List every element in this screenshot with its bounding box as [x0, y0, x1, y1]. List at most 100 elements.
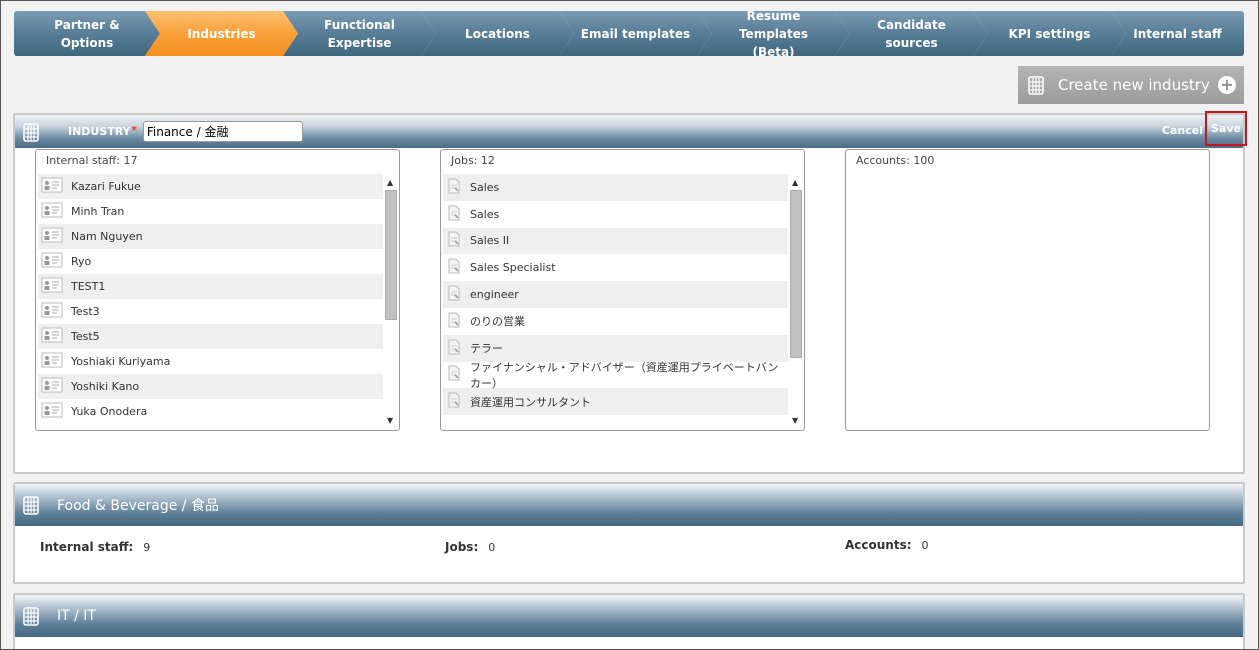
staff-list-item[interactable]: Yuka Onodera [38, 399, 383, 424]
staff-list-item-label: Test5 [71, 330, 100, 343]
industry-edit-header: INDUSTRY* Cancel Save [15, 111, 1247, 148]
staff-count: 9 [143, 541, 151, 554]
tab-industries[interactable]: Industries [145, 11, 298, 56]
scroll-down-arrow-icon[interactable]: ▼ [387, 416, 393, 425]
staff-list-item[interactable]: Kazari Fukue [38, 174, 383, 199]
industry-name-input[interactable] [142, 121, 303, 142]
job-list-item[interactable]: のりの営業 [443, 308, 788, 335]
create-new-industry-button[interactable]: Create new industry + [1018, 66, 1244, 104]
it-title: IT / IT [57, 608, 96, 624]
job-list-item-label: engineer [470, 288, 519, 302]
settings-tab-bar: Partner & Options Industries Functional … [14, 11, 1244, 56]
scroll-up-arrow-icon[interactable]: ▲ [387, 178, 393, 187]
scroll-down-arrow-icon[interactable]: ▼ [792, 416, 798, 425]
accounts-label: Accounts: [845, 538, 912, 552]
staff-scroll-thumb[interactable] [385, 190, 397, 320]
staff-list-item-label: Yuka Onodera [71, 405, 148, 418]
building-icon [1028, 76, 1044, 95]
food-beverage-header[interactable]: Food & Beverage / 食品 [15, 484, 1243, 526]
job-list-item-label: ファイナンシャル・アドバイザー（資産運用プライベートバンカー） [470, 360, 779, 390]
staff-list-item[interactable]: Ryo [38, 249, 383, 274]
job-list-item[interactable]: engineer [443, 281, 788, 308]
job-document-icon [446, 231, 462, 250]
job-document-icon [446, 339, 462, 358]
staff-list-item[interactable]: Minh Tran [38, 199, 383, 224]
jobs-scroll-thumb[interactable] [790, 190, 802, 358]
accounts-count: Accounts: 100 [856, 154, 935, 167]
job-list-item-label: Sales II [470, 234, 510, 248]
person-card-icon [41, 327, 63, 346]
staff-label: Internal staff: [40, 540, 134, 554]
industry-panel-it: IT / IT [13, 593, 1245, 650]
job-list-item[interactable]: 資産運用コンサルタント [443, 388, 788, 416]
job-list-item[interactable]: Sales [443, 201, 788, 228]
staff-list-item-label: Ryo [71, 255, 92, 268]
person-card-icon [41, 377, 63, 396]
tab-functional-expertise[interactable]: Functional Expertise [283, 11, 436, 56]
it-header[interactable]: IT / IT [15, 595, 1243, 637]
save-button[interactable]: Save [1205, 111, 1247, 146]
person-card-icon [41, 202, 63, 221]
staff-list-item-label: Kazari Fukue [71, 180, 141, 193]
jobs-label: Jobs: [445, 540, 479, 554]
tab-partner-options[interactable]: Partner & Options [14, 11, 160, 56]
accounts-count: 0 [921, 539, 929, 552]
job-document-icon [446, 205, 462, 224]
tab-internal-staff[interactable]: Internal staff [1111, 11, 1244, 56]
internal-staff-listbox: Internal staff: 17 Kazari Fukue Minh Tran… [35, 149, 400, 431]
internal-staff-count: Internal staff: 17 [46, 154, 138, 167]
job-list-item-label: テラー [470, 342, 503, 356]
staff-scrollbar[interactable]: ▲ ▼ [385, 178, 397, 425]
required-mark: * [131, 125, 137, 136]
job-list-item[interactable]: Sales II [443, 227, 788, 255]
create-new-industry-label: Create new industry [1058, 76, 1210, 94]
jobs-scrollbar[interactable]: ▲ ▼ [790, 178, 802, 425]
staff-list-item-label: Test3 [71, 305, 100, 318]
person-card-icon [41, 177, 63, 196]
scroll-up-arrow-icon[interactable]: ▲ [792, 178, 798, 187]
staff-list-item-label: Yoshiki Kano [71, 380, 140, 393]
job-document-icon [446, 392, 462, 411]
food-staff-summary: Internal staff: 9 [40, 540, 150, 554]
internal-staff-list: Kazari Fukue Minh Tran Nam Nguyen Ryo TEST1 T… [38, 174, 397, 427]
job-list-item[interactable]: Sales [443, 174, 788, 201]
staff-list-item[interactable]: Nam Nguyen [38, 224, 383, 249]
accounts-listbox: Accounts: 100 [845, 149, 1210, 431]
tab-kpi-settings[interactable]: KPI settings [973, 11, 1126, 56]
cancel-button[interactable]: Cancel [1162, 124, 1203, 137]
jobs-listbox: Jobs: 12 Sales Sales Sales II Sales Special… [440, 149, 805, 431]
tab-locations[interactable]: Locations [421, 11, 574, 56]
staff-list-item[interactable]: Yoshiaki Kuriyama [38, 349, 383, 374]
staff-list-item[interactable]: Yoshiki Kano [38, 374, 383, 399]
staff-list-item-label: Minh Tran [71, 205, 125, 218]
job-list-item[interactable]: Sales Specialist [443, 254, 788, 281]
staff-list-item-label: TEST1 [71, 280, 106, 293]
person-card-icon [41, 252, 63, 271]
job-list-item-label: Sales Specialist [470, 261, 556, 275]
job-list-item[interactable]: ファイナンシャル・アドバイザー（資産運用プライベートバンカー） [443, 360, 788, 390]
jobs-list: Sales Sales Sales II Sales Specialist engine… [443, 174, 802, 427]
food-jobs-summary: Jobs: 0 [445, 540, 495, 554]
industry-panel-food-beverage: Food & Beverage / 食品 Internal staff: 9 Jo… [13, 482, 1245, 584]
industry-field-label: INDUSTRY* [68, 125, 137, 138]
tab-email-templates[interactable]: Email templates [559, 11, 712, 56]
jobs-count: Jobs: 12 [451, 154, 495, 167]
job-document-icon [446, 285, 462, 304]
job-list-item-label: 資産運用コンサルタント [470, 395, 591, 409]
building-icon [23, 607, 39, 626]
person-card-icon [41, 402, 63, 421]
plus-icon: + [1218, 76, 1236, 94]
staff-list-item[interactable]: Test5 [38, 324, 383, 349]
industry-edit-panel: INDUSTRY* Cancel Save Internal staff: 17… [13, 111, 1247, 474]
job-list-item-label: のりの営業 [470, 315, 525, 329]
building-icon [23, 122, 39, 142]
job-list-item[interactable]: テラー [443, 334, 788, 362]
food-beverage-title: Food & Beverage / 食品 [57, 498, 219, 514]
person-card-icon [41, 302, 63, 321]
job-list-item-label: Sales [470, 207, 500, 221]
building-icon [23, 496, 39, 515]
staff-list-item[interactable]: TEST1 [38, 274, 383, 299]
tab-candidate-sources[interactable]: Candidate sources [835, 11, 988, 56]
tab-resume-templates[interactable]: Resume Templates (Beta) [697, 11, 850, 56]
staff-list-item[interactable]: Test3 [38, 299, 383, 324]
